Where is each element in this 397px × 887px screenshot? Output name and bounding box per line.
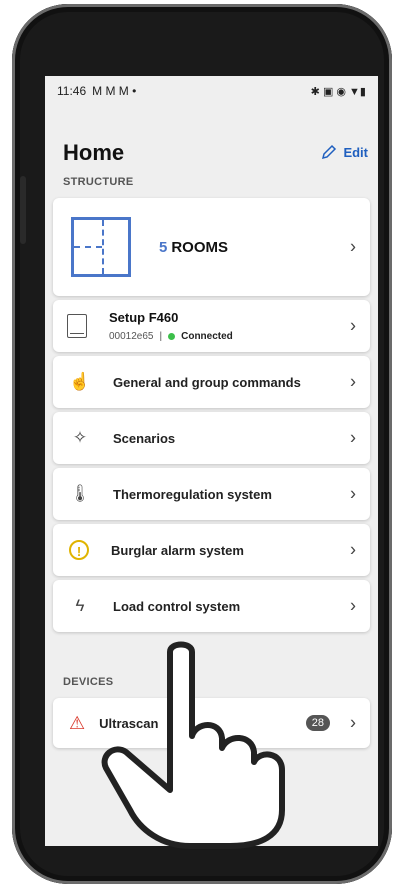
- chevron-right-icon: ›: [350, 371, 356, 392]
- lightning-icon: ϟ: [75, 596, 85, 615]
- setup-separator: |: [159, 331, 163, 342]
- menu-item-load-control[interactable]: ϟ Load control system ›: [53, 580, 370, 632]
- warning-icon: ⚠: [69, 712, 86, 733]
- connection-status: Connected: [181, 331, 233, 342]
- edit-label: Edit: [343, 144, 368, 160]
- structure-section-label: STRUCTURE: [63, 176, 134, 188]
- menu-item-burglar-alarm[interactable]: ! Burglar alarm system ›: [53, 524, 370, 576]
- notification-icons: M M M •: [92, 84, 137, 98]
- page-title: Home: [63, 140, 125, 165]
- setup-card[interactable]: Setup F460 00012e65 | Connected ›: [53, 300, 370, 352]
- tap-hand-icon: [101, 641, 285, 849]
- menu-item-thermoregulation[interactable]: 🌡 Thermoregulation system ›: [53, 468, 370, 520]
- edit-button[interactable]: Edit: [321, 144, 368, 160]
- chevron-right-icon: ›: [350, 595, 356, 616]
- page-header: Home Edit: [45, 106, 378, 176]
- status-time: 11:46: [57, 84, 87, 98]
- wand-icon: ✧: [72, 428, 88, 447]
- rooms-card[interactable]: 5 ROOMS ›: [53, 198, 370, 296]
- chevron-right-icon: ›: [350, 236, 356, 257]
- rooms-label: ROOMS: [171, 238, 229, 256]
- thermometer-icon: 🌡: [69, 484, 91, 503]
- menu-item-label: Thermoregulation system: [113, 486, 272, 502]
- chevron-right-icon: ›: [350, 315, 356, 336]
- chevron-right-icon: ›: [350, 539, 356, 560]
- status-bar: 11:46 M M M • ✱ ▣ ◉ ▼▮: [45, 76, 378, 106]
- chevron-right-icon: ›: [350, 427, 356, 448]
- hand-icon: ☝: [69, 372, 91, 391]
- side-button: [20, 176, 26, 244]
- floor-plan-icon: [71, 217, 131, 277]
- chevron-right-icon: ›: [350, 712, 356, 733]
- pencil-icon: [322, 144, 337, 160]
- connected-status-dot: [168, 333, 176, 340]
- menu-item-label: Scenarios: [113, 430, 176, 446]
- menu-item-scenarios[interactable]: ✧ Scenarios ›: [53, 412, 370, 464]
- menu-item-label: General and group commands: [113, 374, 301, 390]
- setup-name: Setup F460: [109, 310, 179, 325]
- alarm-icon: !: [69, 540, 89, 560]
- system-icons: ✱ ▣ ◉ ▼▮: [310, 85, 366, 98]
- menu-item-general-commands[interactable]: ☝ General and group commands ›: [53, 356, 370, 408]
- chevron-right-icon: ›: [350, 483, 356, 504]
- device-count-badge: 28: [305, 715, 330, 731]
- rooms-count: 5: [159, 238, 168, 256]
- setup-id: 00012e65: [109, 331, 154, 342]
- menu-item-label: Load control system: [113, 598, 241, 614]
- menu-item-label: Burglar alarm system: [111, 542, 244, 558]
- gateway-icon: [67, 314, 87, 338]
- structure-list: 5 ROOMS › Setup F460 00012e65 | Connected…: [45, 198, 378, 632]
- rooms-summary: 5 ROOMS: [159, 239, 228, 256]
